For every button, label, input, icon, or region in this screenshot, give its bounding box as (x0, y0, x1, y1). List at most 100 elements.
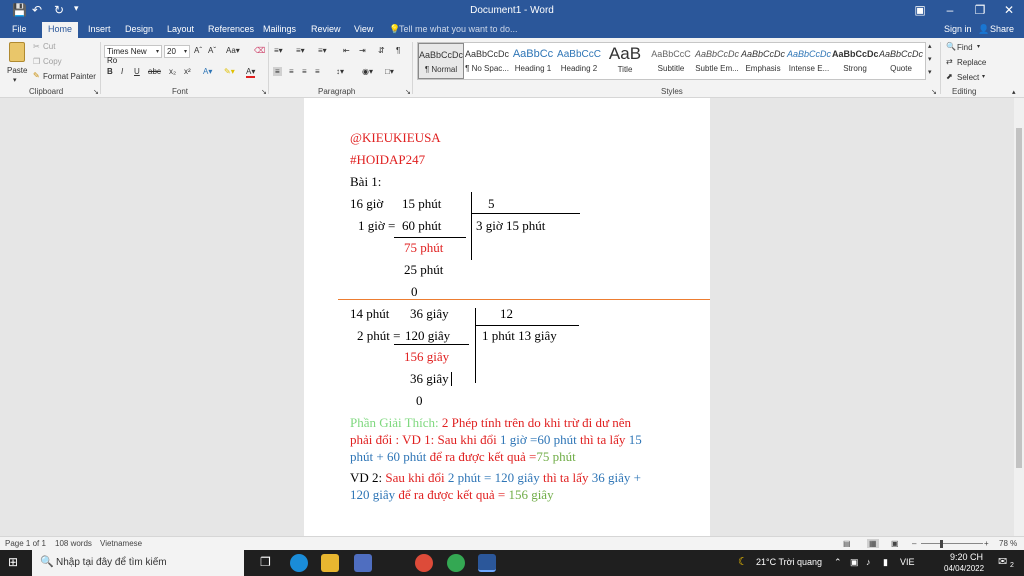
replace-button[interactable]: Replace (957, 58, 986, 67)
align-right-icon[interactable]: ≡ (302, 67, 307, 76)
maximize-icon[interactable]: ❐ (965, 3, 995, 17)
chrome-profile-icon[interactable] (447, 554, 465, 572)
cut-button[interactable]: Cut (43, 42, 55, 51)
styles-scroll-down-icon[interactable]: ▾ (928, 55, 932, 63)
paste-dropdown-icon[interactable]: ▾ (13, 76, 17, 84)
copy-button[interactable]: Copy (43, 57, 62, 66)
collapse-ribbon-icon[interactable]: ▴ (1012, 88, 1016, 96)
share-button[interactable]: Share (990, 24, 1014, 34)
show-formatting-icon[interactable]: ¶ (396, 46, 400, 55)
format-painter-button[interactable]: Format Painter (43, 72, 96, 81)
clock-date[interactable]: 04/04/2022 (944, 564, 984, 573)
weather-text[interactable]: 21°C Trời quang (756, 557, 822, 567)
battery-icon[interactable]: ▮ (883, 557, 888, 568)
notification-icon[interactable]: ✉ (998, 555, 1007, 568)
font-name-dropdown-icon[interactable]: ▾ (156, 48, 159, 55)
zoom-in-icon[interactable]: + (984, 539, 989, 548)
sort-icon[interactable]: ⇵ (378, 46, 385, 55)
style-no-spacing[interactable]: AaBbCcDc ¶ No Spac... (464, 43, 510, 79)
style-intense-emphasis[interactable]: AaBbCcDc Intense E... (786, 43, 832, 79)
taskbar-search-box[interactable]: 🔍 Nhập tại đây để tìm kiếm (32, 550, 244, 576)
italic-icon[interactable]: I (121, 67, 123, 76)
tab-design[interactable]: Design (125, 24, 153, 34)
strikethrough-icon[interactable]: abc (148, 67, 161, 76)
chrome-browser-icon[interactable] (415, 554, 433, 572)
bullets-icon[interactable]: ≡▾ (274, 46, 283, 55)
style-emphasis[interactable]: AaBbCcDc Emphasis (740, 43, 786, 79)
styles-scroll-up-icon[interactable]: ▴ (928, 42, 932, 50)
scissors-icon[interactable]: ✂ (33, 42, 40, 51)
style-subtle-emphasis[interactable]: AaBbCcDc Subtle Em... (694, 43, 740, 79)
tab-home[interactable]: Home (42, 22, 79, 38)
volume-icon[interactable]: ♪ (866, 557, 871, 567)
task-view-icon[interactable]: ❐ (260, 555, 271, 569)
style-strong[interactable]: AaBbCcDc Strong (832, 43, 878, 79)
read-mode-icon[interactable]: ▤ (843, 539, 851, 548)
zoom-level[interactable]: 78 % (999, 539, 1017, 548)
align-left-icon[interactable]: ≡ (273, 67, 282, 76)
proofing-language[interactable]: Vietnamese (100, 539, 142, 548)
ribbon-display-options-icon[interactable]: ▣ (905, 3, 935, 17)
clear-formatting-icon[interactable]: ⌫ (254, 46, 265, 55)
tab-layout[interactable]: Layout (167, 24, 194, 34)
justify-icon[interactable]: ≡ (315, 67, 320, 76)
format-painter-icon[interactable]: ✎ (33, 71, 40, 80)
style-normal[interactable]: AaBbCcDc ¶ Normal (418, 43, 464, 79)
find-button[interactable]: Find (957, 43, 973, 52)
change-case-icon[interactable]: Aa▾ (226, 46, 240, 55)
shading-icon[interactable]: ◉▾ (362, 67, 373, 76)
sign-in-link[interactable]: Sign in (944, 24, 972, 34)
font-name-box[interactable]: Times New Ro (104, 45, 162, 65)
input-language[interactable]: VIE (900, 557, 915, 567)
zoom-out-icon[interactable]: – (912, 539, 916, 548)
network-icon[interactable]: ▣ (850, 557, 859, 568)
styles-more-icon[interactable]: ▾ (928, 68, 932, 76)
paste-button[interactable]: Paste (7, 66, 27, 75)
styles-launcher-icon[interactable]: ↘ (931, 88, 937, 96)
clipboard-icon[interactable] (9, 42, 25, 62)
vertical-scrollbar[interactable] (1014, 98, 1024, 536)
shrink-font-icon[interactable]: Aˇ (208, 46, 216, 55)
close-icon[interactable]: ✕ (994, 3, 1024, 17)
mail-icon[interactable] (354, 554, 372, 572)
clock-time[interactable]: 9:20 CH (950, 552, 983, 562)
web-layout-icon[interactable]: ▣ (891, 539, 899, 548)
text-effects-icon[interactable]: A▾ (203, 67, 212, 76)
page-count[interactable]: Page 1 of 1 (5, 539, 46, 548)
print-layout-icon[interactable]: ▦ (867, 539, 879, 548)
tab-view[interactable]: View (354, 24, 373, 34)
style-subtitle[interactable]: AaBbCcC Subtitle (648, 43, 694, 79)
tab-mailings[interactable]: Mailings (263, 24, 296, 34)
paragraph-launcher-icon[interactable]: ↘ (405, 88, 411, 96)
word-app-icon[interactable] (478, 554, 496, 572)
zoom-slider[interactable] (921, 543, 983, 544)
file-explorer-icon[interactable] (321, 554, 339, 572)
tab-file[interactable]: File (12, 24, 27, 34)
tab-review[interactable]: Review (311, 24, 341, 34)
select-button[interactable]: Select (957, 73, 979, 82)
font-color-icon[interactable]: A▾ (246, 67, 256, 78)
line-spacing-icon[interactable]: ↕▾ (336, 67, 344, 76)
copy-icon[interactable]: ❐ (33, 57, 40, 66)
grow-font-icon[interactable]: Aˆ (194, 46, 202, 55)
decrease-indent-icon[interactable]: ⇤ (343, 46, 350, 55)
document-page[interactable]: @KIEUKIEUSA #HOIDAP247 Bài 1: 16 giờ 15 … (304, 98, 710, 536)
superscript-icon[interactable]: x² (184, 67, 191, 76)
word-count[interactable]: 108 words (55, 539, 92, 548)
tab-references[interactable]: References (208, 24, 254, 34)
clipboard-launcher-icon[interactable]: ↘ (93, 88, 99, 96)
multilevel-list-icon[interactable]: ≡▾ (318, 46, 327, 55)
zoom-slider-handle[interactable] (940, 540, 943, 548)
style-quote[interactable]: AaBbCcDc Quote (878, 43, 924, 79)
style-heading-1[interactable]: AaBbCc Heading 1 (510, 43, 556, 79)
windows-start-icon[interactable]: ⊞ (8, 555, 18, 569)
style-heading-2[interactable]: AaBbCcC Heading 2 (556, 43, 602, 79)
tab-insert[interactable]: Insert (88, 24, 111, 34)
borders-icon[interactable]: □▾ (385, 67, 394, 76)
highlight-color-icon[interactable]: ✎▾ (224, 67, 235, 76)
numbering-icon[interactable]: ≡▾ (296, 46, 305, 55)
select-dropdown-icon[interactable]: ▾ (982, 73, 985, 80)
tray-overflow-icon[interactable]: ⌃ (834, 557, 842, 568)
font-launcher-icon[interactable]: ↘ (261, 88, 267, 96)
edge-browser-icon[interactable] (290, 554, 308, 572)
